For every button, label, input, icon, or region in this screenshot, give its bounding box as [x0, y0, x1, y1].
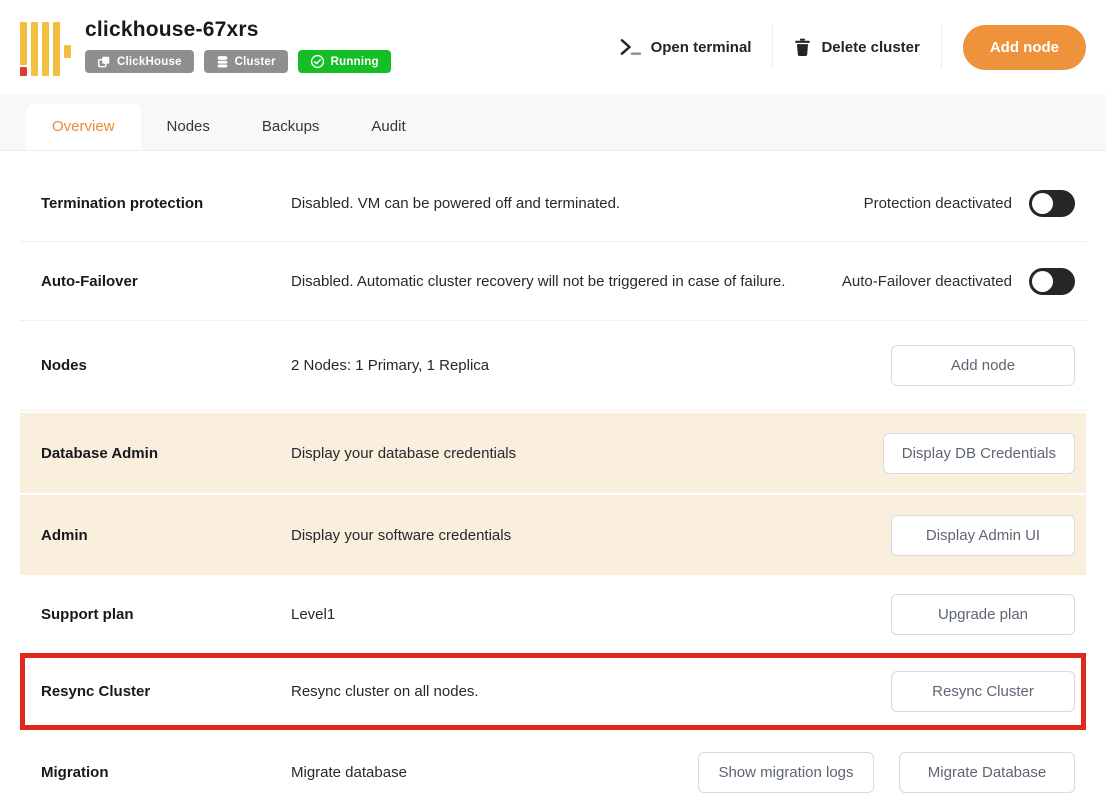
toggle-knob: [1032, 192, 1053, 214]
row-nodes: Nodes 2 Nodes: 1 Primary, 1 Replica Add …: [20, 321, 1086, 411]
row-resync-cluster: Resync Cluster Resync cluster on all nod…: [20, 653, 1086, 730]
open-terminal-label: Open terminal: [650, 38, 752, 56]
clickhouse-badge: ClickHouse: [85, 50, 194, 73]
row-description: Disabled. Automatic cluster recovery wil…: [291, 272, 786, 290]
badge-label: ClickHouse: [117, 55, 182, 68]
check-circle-icon: [310, 54, 324, 69]
upgrade-plan-button[interactable]: Upgrade plan: [891, 594, 1075, 635]
overview-panel: Termination protection Disabled. VM can …: [0, 151, 1106, 810]
toggle-status-label: Auto-Failover deactivated: [841, 272, 1012, 290]
clickhouse-logo-icon: [20, 22, 71, 76]
row-admin: Admin Display your software credentials …: [20, 495, 1086, 575]
toggle-status-label: Protection deactivated: [863, 194, 1012, 212]
display-admin-ui-button[interactable]: Display Admin UI: [891, 514, 1075, 556]
row-label: Admin: [41, 526, 88, 544]
row-auto-failover: Auto-Failover Disabled. Automatic cluste…: [20, 242, 1086, 321]
row-description: Resync cluster on all nodes.: [291, 683, 479, 700]
termination-protection-toggle[interactable]: [1029, 189, 1075, 217]
migrate-database-button[interactable]: Migrate Database: [899, 752, 1075, 793]
trash-icon: [795, 38, 811, 56]
row-description: Migrate database: [291, 764, 407, 781]
add-node-button[interactable]: Add node: [962, 24, 1086, 70]
running-status-badge: Running: [297, 50, 391, 73]
logo-bar: [31, 22, 38, 76]
cluster-identity: clickhouse-67xrs ClickHouse Cluster Runn…: [20, 18, 391, 76]
open-terminal-button[interactable]: Open terminal: [620, 38, 752, 56]
row-migration: Migration Migrate database Show migratio…: [20, 735, 1086, 810]
resync-cluster-button[interactable]: Resync Cluster: [891, 671, 1075, 712]
row-support-plan: Support plan Level1 Upgrade plan: [20, 577, 1086, 652]
tab-overview[interactable]: Overview: [26, 104, 141, 150]
divider: [772, 25, 774, 69]
tab-backups[interactable]: Backups: [236, 104, 346, 150]
row-description: 2 Nodes: 1 Primary, 1 Replica: [291, 357, 490, 374]
row-database-admin: Database Admin Display your database cre…: [20, 413, 1086, 493]
tab-bar: Overview Nodes Backups Audit: [0, 94, 1106, 151]
tab-audit[interactable]: Audit: [345, 104, 431, 150]
auto-failover-toggle[interactable]: [1029, 267, 1075, 295]
toggle-knob: [1032, 270, 1053, 292]
row-label: Support plan: [41, 606, 134, 623]
logo-bar: [42, 22, 49, 76]
badge-list: ClickHouse Cluster Running: [85, 50, 391, 73]
row-label: Termination protection: [41, 194, 204, 212]
page-title: clickhouse-67xrs: [85, 18, 259, 41]
tab-nodes[interactable]: Nodes: [141, 104, 236, 150]
logo-bar: [53, 22, 60, 76]
row-termination-protection: Termination protection Disabled. VM can …: [20, 165, 1086, 242]
row-label: Migration: [41, 764, 109, 781]
display-db-credentials-button[interactable]: Display DB Credentials: [882, 432, 1075, 474]
badge-label: Running: [330, 55, 379, 68]
page-header: clickhouse-67xrs ClickHouse Cluster Runn…: [0, 0, 1106, 94]
badge-label: Cluster: [234, 55, 276, 68]
delete-cluster-button[interactable]: Delete cluster: [794, 38, 920, 57]
header-actions: Open terminal Delete cluster Add node: [620, 24, 1086, 70]
row-description: Level1: [291, 606, 336, 623]
row-description: Display your software credentials: [291, 526, 512, 544]
logo-bar: [20, 22, 27, 76]
divider: [940, 25, 942, 69]
copy-stack-icon: [98, 56, 110, 67]
database-icon: [217, 56, 228, 68]
add-node-row-button[interactable]: Add node: [891, 345, 1075, 386]
delete-cluster-label: Delete cluster: [821, 38, 920, 56]
row-label: Auto-Failover: [41, 272, 138, 290]
row-description: Disabled. VM can be powered off and term…: [291, 194, 621, 212]
cluster-badge: Cluster: [203, 50, 288, 73]
terminal-icon: [620, 39, 641, 55]
logo-bar: [64, 44, 71, 58]
row-label: Resync Cluster: [41, 683, 151, 700]
row-description: Display your database credentials: [291, 444, 517, 462]
row-label: Nodes: [41, 357, 87, 374]
row-label: Database Admin: [41, 444, 158, 462]
show-migration-logs-button[interactable]: Show migration logs: [698, 752, 874, 793]
